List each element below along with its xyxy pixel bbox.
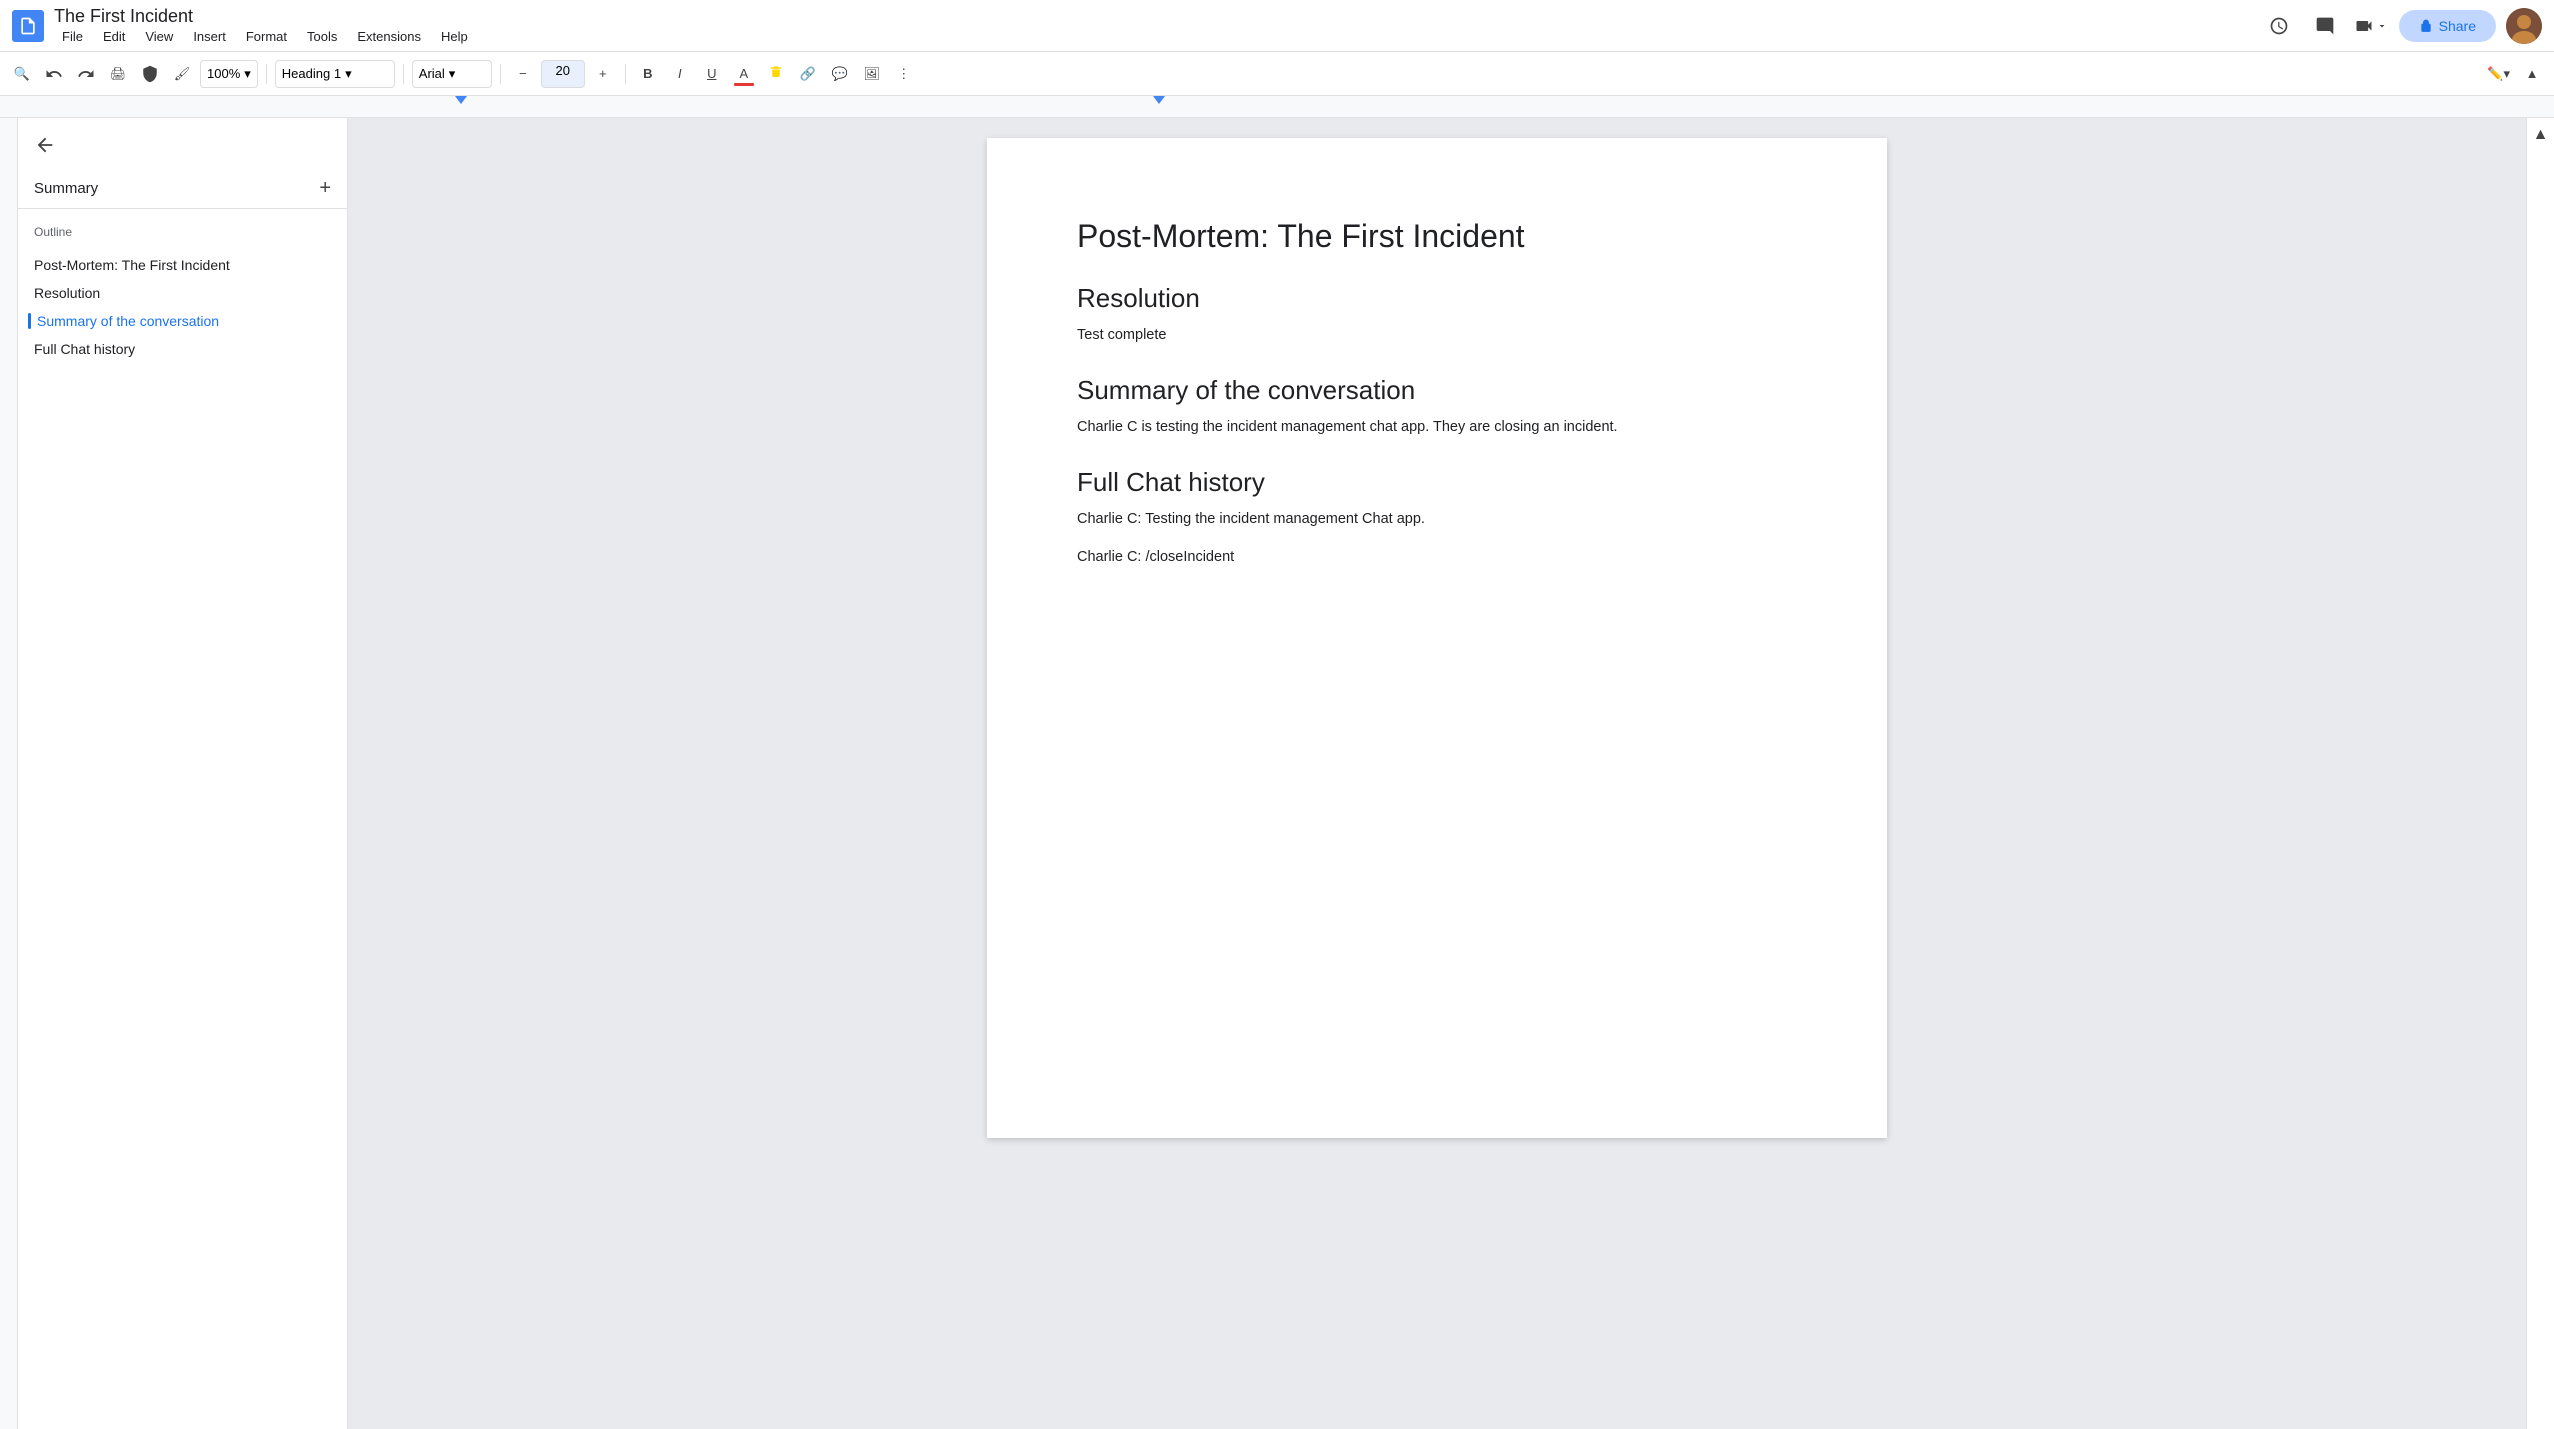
section-summary-body: Charlie C is testing the incident manage… [1077,416,1797,439]
ruler [0,96,2554,118]
outline-item-resolution[interactable]: Resolution [34,279,331,307]
doc-title[interactable]: The First Incident [54,6,2251,27]
section-chat-line2: Charlie C: /closeIncident [1077,546,1797,569]
doc-icon [12,10,44,42]
separator-1 [266,64,267,84]
bold-button[interactable]: B [634,60,662,88]
menu-edit[interactable]: Edit [95,27,133,46]
font-size-display[interactable]: 20 [541,60,585,88]
menu-bar: File Edit View Insert Format Tools Exten… [54,27,2251,46]
separator-3 [500,64,501,84]
menu-file[interactable]: File [54,27,91,46]
summary-label: Summary [34,180,98,197]
spellcheck-button[interactable] [136,60,164,88]
menu-extensions[interactable]: Extensions [349,27,429,46]
menu-insert[interactable]: Insert [185,27,234,46]
redo-button[interactable] [72,60,100,88]
separator-2 [403,64,404,84]
section-chat-heading: Full Chat history [1077,467,1797,498]
summary-add-button[interactable]: + [319,177,331,200]
doc-title-h1: Post-Mortem: The First Incident [1077,218,1797,255]
outline-item-summary[interactable]: Summary of the conversation [34,307,331,335]
collapse-toolbar-button[interactable]: ▲ [2518,60,2546,88]
sidebar-back-button[interactable] [18,118,347,169]
section-resolution-heading: Resolution [1077,283,1797,314]
highlight-button[interactable] [762,60,790,88]
style-select[interactable]: Heading 1 ▾ [275,60,395,88]
undo-button[interactable] [40,60,68,88]
paint-format-button[interactable]: 🖌 [168,60,196,88]
underline-button[interactable]: U [698,60,726,88]
section-resolution-body: Test complete [1077,324,1797,347]
page-area[interactable]: Post-Mortem: The First Incident Resoluti… [348,118,2526,1429]
title-section: The First Incident File Edit View Insert… [54,6,2251,46]
zoom-chevron-icon: ▾ [244,66,251,82]
avatar[interactable] [2506,8,2542,44]
search-toolbar-icon[interactable]: 🔍 [8,60,36,88]
font-size-decrease-button[interactable]: − [509,60,537,88]
separator-4 [625,64,626,84]
share-button[interactable]: Share [2399,10,2496,42]
menu-help[interactable]: Help [433,27,476,46]
outline-item-chat[interactable]: Full Chat history [34,335,331,363]
font-size-increase-button[interactable]: + [589,60,617,88]
edit-mode-button[interactable]: ✏️▾ [2483,60,2514,88]
menu-tools[interactable]: Tools [299,27,345,46]
comment-icon[interactable] [2307,8,2343,44]
collapse-button[interactable]: ▲ [2533,126,2549,144]
toolbar: 🔍 🖨 🖌 100% ▾ Heading 1 ▾ Arial ▾ − 20 + … [0,52,2554,96]
font-select[interactable]: Arial ▾ [412,60,492,88]
title-actions: Share [2261,8,2542,44]
outline-title-label: Outline [34,225,331,239]
italic-button[interactable]: I [666,60,694,88]
text-color-button[interactable]: A [730,60,758,88]
link-button[interactable]: 🔗 [794,60,822,88]
history-icon[interactable] [2261,8,2297,44]
right-margin: ▲ [2526,118,2554,1429]
zoom-select[interactable]: 100% ▾ [200,60,258,88]
menu-format[interactable]: Format [238,27,295,46]
style-chevron-icon: ▾ [345,66,352,82]
image-button[interactable]: 🖼 [858,60,886,88]
summary-section: Summary + [18,169,347,209]
document-page: Post-Mortem: The First Incident Resoluti… [987,138,1887,1138]
share-label: Share [2439,18,2476,34]
outline-section: Outline Post-Mortem: The First Incident … [18,209,347,371]
ruler-inner [345,96,1245,117]
title-bar: The First Incident File Edit View Insert… [0,0,2554,52]
video-icon[interactable] [2353,8,2389,44]
more-options-button[interactable]: ⋮ [890,60,918,88]
outline-item-title[interactable]: Post-Mortem: The First Incident [34,251,331,279]
menu-view[interactable]: View [137,27,181,46]
comment-add-button[interactable]: 💬 [826,60,854,88]
print-button[interactable]: 🖨 [104,60,132,88]
font-chevron-icon: ▾ [449,66,456,82]
left-ruler [0,118,18,1429]
main-area: Summary + Outline Post-Mortem: The First… [0,118,2554,1429]
section-chat-line1: Charlie C: Testing the incident manageme… [1077,508,1797,531]
sidebar: Summary + Outline Post-Mortem: The First… [18,118,348,1429]
section-summary-heading: Summary of the conversation [1077,375,1797,406]
